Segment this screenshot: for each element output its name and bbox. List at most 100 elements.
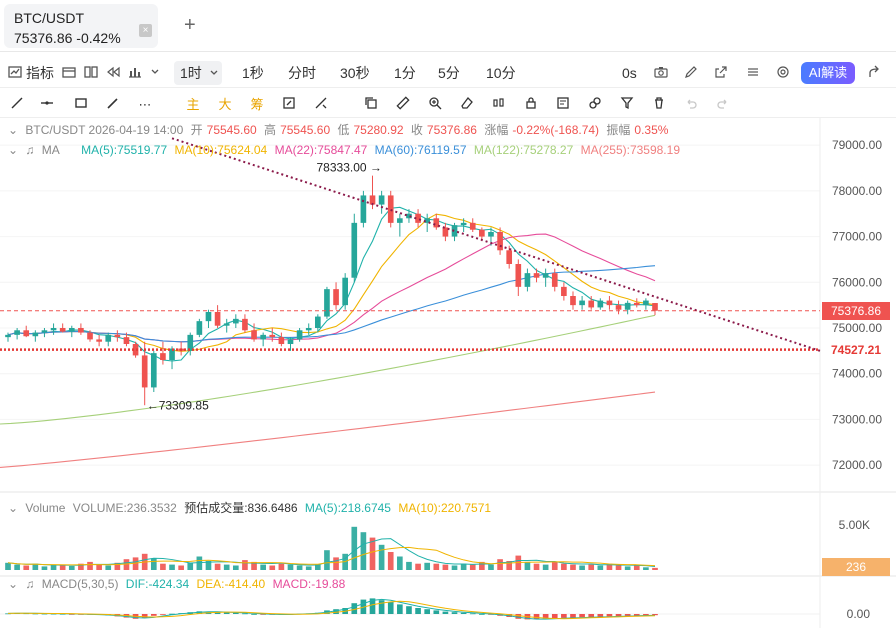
bell-icon[interactable]: ♫ (25, 143, 34, 157)
camera-icon[interactable] (652, 64, 670, 82)
link-icon[interactable] (586, 96, 604, 114)
tab-price-change: 75376.86 -0.42% (14, 30, 121, 46)
template-icon[interactable] (60, 64, 78, 82)
ma122-value: MA(122):75278.27 (473, 143, 574, 157)
macd-bar (397, 604, 403, 614)
interval-1s[interactable]: 1秒 (242, 58, 264, 88)
copy-icon[interactable] (362, 96, 380, 114)
candle-body (324, 289, 330, 317)
note-icon[interactable] (554, 96, 572, 114)
ma-label: MA (41, 143, 60, 157)
rectangle-tool-icon[interactable] (72, 96, 90, 114)
volume-tick-label: 5.00K (839, 518, 870, 532)
ma22-line (7, 233, 656, 343)
indicator-icon[interactable] (6, 64, 24, 82)
chevron-icon[interactable]: ⌄ (8, 143, 18, 157)
lock-icon[interactable] (522, 96, 540, 114)
chou-tool[interactable]: 筹 (248, 96, 266, 114)
candle-body (205, 312, 212, 322)
macd-bar (479, 614, 485, 615)
chevron-icon[interactable]: ⌄ (8, 577, 18, 591)
volume-legend: ⌄ Volume VOLUME:236.3532 预估成交量:836.6486 … (8, 500, 495, 516)
ruler-icon[interactable] (394, 96, 412, 114)
settings-icon[interactable] (774, 64, 792, 82)
ma5-value: MA(5):75519.77 (81, 143, 168, 157)
low-label: 低 (337, 123, 350, 137)
rewind-icon[interactable] (104, 64, 122, 82)
more-tools-icon[interactable]: ⋯ (136, 96, 154, 114)
price-chart[interactable]: 78333.00 → ←73309.85 79000.00 78000.00 7700… (0, 118, 896, 628)
volume-bar (615, 565, 622, 570)
volume-bar (433, 563, 440, 570)
ohlc-prefix: BTC/USDT 2026-04-19 14:00 (25, 123, 184, 137)
volume-bar (633, 565, 640, 570)
volume-bar (5, 562, 11, 570)
ai-analysis-button[interactable]: AI解读 (801, 62, 855, 84)
ma-legend: ⌄ ♫ MA MA(5):75519.77 MA(10):75624.04 MA… (8, 142, 684, 158)
interval-timeshare[interactable]: 分时 (288, 58, 316, 88)
interval-10m[interactable]: 10分 (486, 58, 516, 88)
candle-body (397, 218, 403, 223)
amplitude-value: 0.35% (634, 123, 669, 137)
undo-icon[interactable] (682, 96, 700, 114)
drawing-toolbar: ⋯ 主 大 筹 (0, 92, 896, 118)
volume-bar (260, 564, 266, 570)
candle-body (506, 250, 513, 264)
zhu-tool[interactable]: 主 (184, 96, 202, 114)
chevron-icon[interactable]: ⌄ (8, 501, 18, 515)
macd-label: MACD(5,30,5) (41, 577, 119, 591)
chart-toolbar: 指标 1时 1秒 分时 30秒 1分 5分 10分 0s AI解读 (0, 58, 896, 88)
candle-body (515, 264, 522, 287)
popout-icon[interactable] (712, 64, 730, 82)
interval-selector[interactable]: 1时 (174, 61, 222, 85)
chart-area[interactable]: 78333.00 → ←73309.85 79000.00 78000.00 7700… (0, 118, 896, 628)
candle-body (542, 273, 549, 278)
layout-icon[interactable] (82, 64, 100, 82)
magnet-icon[interactable] (280, 96, 298, 114)
add-tab-icon[interactable]: + (184, 14, 196, 37)
trash-icon[interactable] (650, 96, 668, 114)
horizontal-line-tool-icon[interactable] (38, 96, 56, 114)
interval-5m[interactable]: 5分 (438, 58, 460, 88)
interval-30s[interactable]: 30秒 (340, 58, 370, 88)
chevron-icon[interactable]: ⌄ (8, 123, 18, 137)
candle-body (588, 300, 595, 308)
measure-icon[interactable] (312, 96, 330, 114)
candle-body (633, 302, 640, 306)
zoom-in-icon[interactable] (426, 96, 444, 114)
volume-bar (160, 563, 166, 570)
macd-bar (442, 611, 449, 614)
eraser-icon[interactable] (458, 96, 476, 114)
volume-bar (59, 565, 66, 570)
chevron-down-icon[interactable] (146, 64, 164, 82)
bell-icon[interactable]: ♫ (25, 577, 34, 591)
filter-icon[interactable] (618, 96, 636, 114)
candle-body (333, 289, 339, 306)
close-icon[interactable]: × (139, 24, 152, 37)
macd-bar (415, 608, 421, 614)
candle-icon[interactable] (490, 96, 508, 114)
candle-body (196, 321, 203, 335)
candle-body (50, 328, 57, 331)
macd-legend: ⌄ ♫ MACD(5,30,5) DIF:-424.34 DEA:-414.40… (8, 576, 349, 592)
trendline-tool-icon[interactable] (8, 96, 26, 114)
share-icon[interactable] (866, 64, 884, 82)
low-annotation: ←73309.85 (147, 398, 209, 412)
edit-icon[interactable] (682, 64, 700, 82)
da-tool[interactable]: 大 (216, 96, 234, 114)
brush-tool-icon[interactable] (104, 96, 122, 114)
macd-bar (378, 600, 385, 614)
interval-1m[interactable]: 1分 (394, 58, 416, 88)
chart-type-icon[interactable] (126, 64, 144, 82)
change-value: -0.22%(-168.74) (512, 123, 600, 137)
indicator-button[interactable]: 指标 (26, 58, 54, 88)
redo-icon[interactable] (714, 96, 732, 114)
symbol-tab[interactable]: BTC/USDT 75376.86 -0.42% × (4, 4, 158, 48)
volume-current-tag: 236 (822, 558, 890, 576)
hline-price-tag[interactable]: 74527.21 (822, 340, 890, 359)
list-icon[interactable] (744, 64, 762, 82)
candle-body (524, 273, 531, 287)
volume-bar (287, 564, 294, 570)
candle-body (442, 227, 449, 237)
macd-value: MACD:-19.88 (272, 577, 346, 591)
